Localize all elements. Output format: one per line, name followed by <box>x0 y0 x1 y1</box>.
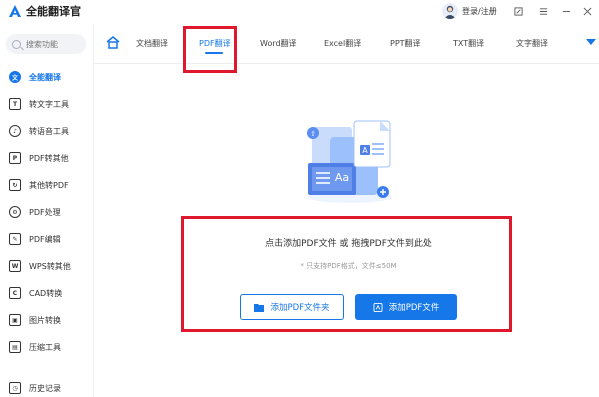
sidebar-item-pdf-edit[interactable]: ✎ PDF编辑 <box>0 228 94 250</box>
tab-text[interactable]: 文字翻译 <box>516 38 548 49</box>
sidebar-item-label: 图片转换 <box>29 315 61 325</box>
annotation-box-tab <box>183 26 237 73</box>
close-icon[interactable] <box>579 3 595 19</box>
app-title: 全能翻译官 <box>26 5 81 18</box>
tab-excel[interactable]: Excel翻译 <box>324 38 361 49</box>
search-icon <box>12 39 21 49</box>
search-box[interactable] <box>6 34 86 54</box>
tab-ppt[interactable]: PPT翻译 <box>390 38 421 49</box>
sidebar-item-cad[interactable]: C CAD转换 <box>0 282 94 304</box>
sidebar-item-pdf-convert[interactable]: P PDF转其他 <box>0 147 94 169</box>
svg-text:⇧: ⇧ <box>310 130 316 138</box>
voice-tool-icon: ♪ <box>9 125 21 137</box>
tab-document[interactable]: 文档翻译 <box>136 38 168 49</box>
sidebar-item-label: WPS转其他 <box>29 261 71 271</box>
sidebar-item-compress[interactable]: ▤ 压缩工具 <box>0 336 94 358</box>
tabs-more-icon[interactable] <box>586 39 596 45</box>
sidebar-item-image[interactable]: ▣ 图片转换 <box>0 309 94 331</box>
sidebar-item-label: CAD转换 <box>29 288 63 298</box>
tab-txt[interactable]: TXT翻译 <box>453 38 484 49</box>
svg-text:A: A <box>362 146 368 155</box>
sidebar-item-text-tool[interactable]: T 转文字工具 <box>0 93 94 115</box>
sidebar-item-label: PDF编辑 <box>29 234 61 244</box>
search-input[interactable] <box>26 39 84 49</box>
pdf-edit-icon: ✎ <box>9 233 21 245</box>
cad-icon: C <box>9 287 21 299</box>
user-avatar-icon[interactable] <box>442 3 458 19</box>
menu-icon[interactable] <box>535 3 551 19</box>
dropzone-hint: * 只支持PDF格式，文件≤50M <box>300 262 397 270</box>
pdf-process-icon: ⚙ <box>9 206 21 218</box>
sidebar-item-label: 其他转PDF <box>29 180 69 190</box>
title-bar: 全能翻译官 登录/注册 <box>0 0 599 24</box>
fullscreen-icon[interactable] <box>510 3 526 19</box>
sidebar-item-label: 历史记录 <box>29 383 61 393</box>
text-tool-icon: T <box>9 98 21 110</box>
pdf-file-icon <box>373 302 383 312</box>
sidebar-item-to-pdf[interactable]: ↻ 其他转PDF <box>0 174 94 196</box>
pdf-convert-icon: P <box>9 152 21 164</box>
translate-icon: 文 <box>9 71 21 83</box>
folder-icon <box>254 303 265 312</box>
sidebar-item-voice-tool[interactable]: ♪ 转语音工具 <box>0 120 94 142</box>
dropzone-title: 点击添加PDF文件 或 拖拽PDF文件到此处 <box>265 239 432 249</box>
compress-icon: ▤ <box>9 341 21 353</box>
sidebar-item-pdf-process[interactable]: ⚙ PDF处理 <box>0 201 94 223</box>
sidebar-item-label: PDF处理 <box>29 207 61 217</box>
sidebar-item-wps[interactable]: W WPS转其他 <box>0 255 94 277</box>
sidebar: 文 全能翻译 T 转文字工具 ♪ 转语音工具 P PDF转其他 ↻ 其他转PDF… <box>0 24 94 397</box>
sidebar-item-history[interactable]: ◷ 历史记录 <box>0 377 94 397</box>
wps-icon: W <box>9 260 21 272</box>
sidebar-item-label: 转文字工具 <box>29 99 69 109</box>
add-pdf-file-button[interactable]: 添加PDF文件 <box>355 294 457 320</box>
annotation-box-dropzone <box>181 216 512 332</box>
svg-text:Aa: Aa <box>335 171 349 184</box>
add-pdf-file-label: 添加PDF文件 <box>388 303 440 313</box>
history-icon: ◷ <box>9 382 21 394</box>
image-icon: ▣ <box>9 314 21 326</box>
add-pdf-folder-label: 添加PDF文件夹 <box>270 303 330 313</box>
sidebar-item-label: 转语音工具 <box>29 126 69 136</box>
app-logo-icon <box>9 5 21 17</box>
home-icon[interactable] <box>106 36 120 49</box>
login-register-link[interactable]: 登录/注册 <box>462 6 497 17</box>
sidebar-item-translate[interactable]: 文 全能翻译 <box>0 66 94 88</box>
pdf-upload-illustration: ⇧ Aa A <box>307 120 392 203</box>
tab-bar: 文档翻译 PDF翻译 Word翻译 Excel翻译 PPT翻译 TXT翻译 文字… <box>94 24 599 64</box>
sidebar-item-label: 压缩工具 <box>29 342 61 352</box>
minimize-icon[interactable] <box>558 3 574 19</box>
tab-word[interactable]: Word翻译 <box>260 38 297 49</box>
to-pdf-icon: ↻ <box>9 179 21 191</box>
add-pdf-folder-button[interactable]: 添加PDF文件夹 <box>240 294 344 320</box>
sidebar-item-label: 全能翻译 <box>29 72 61 82</box>
sidebar-item-label: PDF转其他 <box>29 153 69 163</box>
